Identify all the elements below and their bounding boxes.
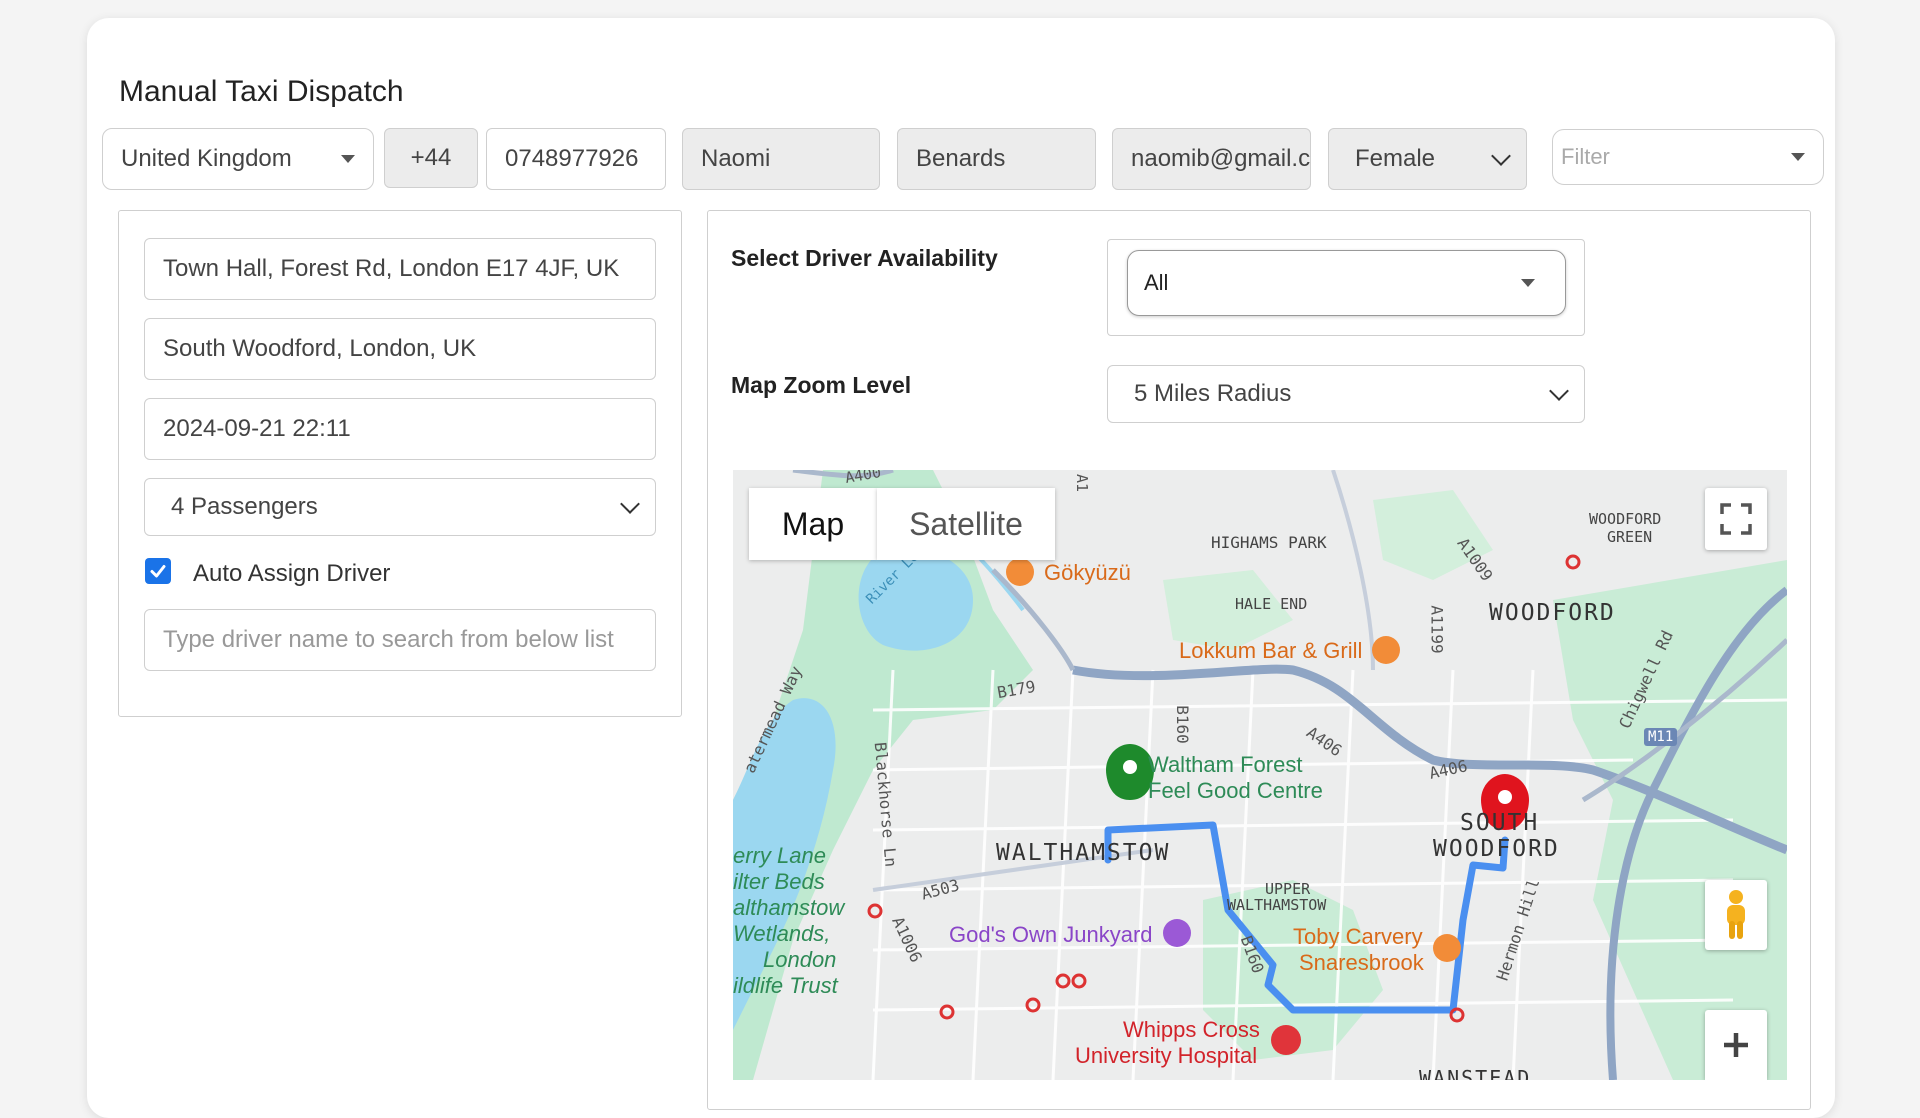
zoom-select[interactable]: 5 Miles Radius [1107, 365, 1585, 423]
poi-gods-own-junkyard[interactable]: God's Own Junkyard [949, 922, 1153, 948]
zoom-label: Map Zoom Level [731, 372, 912, 398]
pickup-value: Town Hall, Forest Rd, London E17 4JF, UK [163, 255, 620, 282]
first-name-field[interactable]: Naomi [682, 128, 880, 190]
road-label-a1199: A1199 [1427, 605, 1447, 654]
last-name-value: Benards [916, 145, 1006, 172]
passengers-value: 4 Passengers [171, 493, 318, 520]
auto-assign-checkbox[interactable] [145, 558, 171, 584]
map-view[interactable]: HIGHAMS PARK WOODFORD GREEN HALE END WOO… [733, 470, 1787, 1080]
street-view-pegman[interactable] [1705, 880, 1767, 950]
area-label-highams-park: HIGHAMS PARK [1211, 533, 1327, 552]
filter-select[interactable]: Filter [1552, 129, 1824, 185]
restaurant-pin-icon [1372, 636, 1400, 664]
datetime-input[interactable]: 2024-09-21 22:11 [144, 398, 656, 460]
dropoff-input[interactable]: South Woodford, London, UK [144, 318, 656, 380]
area-label-south-woodford-2: WOODFORD [1433, 836, 1560, 862]
pegman-icon [1727, 890, 1745, 939]
pickup-marker-icon [1106, 744, 1154, 800]
availability-label: Select Driver Availability [731, 245, 998, 271]
tab-map[interactable]: Map [749, 488, 877, 560]
zoom-value: 5 Miles Radius [1134, 380, 1292, 407]
poi-ferry-lane-4[interactable]: Wetlands, [733, 921, 830, 947]
country-value: United Kingdom [121, 145, 292, 172]
auto-assign-label: Auto Assign Driver [193, 560, 391, 587]
first-name-value: Naomi [701, 145, 771, 172]
chevron-down-icon [1491, 146, 1511, 166]
phone-input[interactable]: 0748977926 [486, 128, 666, 190]
poi-waltham-forest[interactable]: Waltham Forest [1148, 752, 1302, 778]
availability-value: All [1144, 270, 1169, 295]
plus-icon [1724, 1033, 1748, 1057]
area-label-woodford-green-2: GREEN [1607, 528, 1653, 546]
email-field[interactable]: naomib@gmail.c [1112, 128, 1311, 190]
road-label-m11: M11 [1644, 728, 1678, 746]
road-label-a1: A1 [1073, 473, 1092, 493]
restaurant-pin-icon [1006, 558, 1034, 586]
poi-lokkum[interactable]: Lokkum Bar & Grill [1179, 638, 1362, 664]
poi-toby-carvery-2[interactable]: Snaresbrook [1299, 950, 1424, 976]
area-label-upper-walthamstow-2: WALTHAMSTOW [1227, 896, 1327, 914]
poi-whipps-cross-2[interactable]: University Hospital [1075, 1043, 1257, 1069]
passengers-select[interactable]: 4 Passengers [144, 478, 656, 536]
area-label-woodford: WOODFORD [1489, 600, 1616, 626]
check-icon [150, 565, 166, 578]
last-name-field[interactable]: Benards [897, 128, 1096, 190]
area-label-hale-end: HALE END [1235, 595, 1308, 613]
fullscreen-icon [1720, 503, 1752, 535]
attraction-pin-icon [1163, 919, 1191, 947]
area-label-woodford-green: WOODFORD [1589, 510, 1662, 528]
email-value: naomib@gmail.c [1131, 145, 1311, 172]
poi-gokyuzu[interactable]: Gökyüzü [1044, 560, 1131, 586]
area-label-wanstead: WANSTEAD [1419, 1066, 1532, 1080]
road-label-b160: B160 [1172, 705, 1192, 744]
tab-map-label: Map [781, 505, 845, 542]
zoom-in-button[interactable] [1705, 1010, 1767, 1080]
datetime-value: 2024-09-21 22:11 [163, 415, 351, 442]
chevron-down-icon [1549, 381, 1569, 401]
poi-ferry-lane[interactable]: erry Lane [733, 843, 826, 869]
area-label-walthamstow: WALTHAMSTOW [996, 840, 1171, 866]
tab-satellite[interactable]: Satellite [877, 488, 1055, 560]
poi-ferry-lane-3[interactable]: althamstow [733, 895, 844, 921]
page-title: Manual Taxi Dispatch [119, 75, 404, 108]
poi-ferry-lane-6[interactable]: ildlife Trust [733, 973, 838, 999]
gender-value: Female [1355, 145, 1436, 172]
driver-search-input[interactable]: Type driver name to search from below li… [144, 609, 656, 671]
driver-search-placeholder: Type driver name to search from below li… [163, 626, 614, 653]
phone-value: 0748977926 [505, 145, 639, 172]
country-select[interactable]: United Kingdom [102, 128, 374, 190]
caret-down-icon [1521, 279, 1535, 287]
poi-ferry-lane-5[interactable]: London [763, 947, 836, 973]
chevron-down-icon [620, 494, 640, 514]
caret-down-icon [341, 155, 355, 163]
hospital-pin-icon [1271, 1025, 1301, 1055]
filter-placeholder: Filter [1561, 144, 1610, 169]
restaurant-pin-icon [1433, 934, 1461, 962]
availability-select[interactable]: All [1127, 250, 1566, 316]
poi-toby-carvery[interactable]: Toby Carvery [1293, 924, 1423, 950]
fullscreen-button[interactable] [1705, 488, 1767, 550]
pickup-input[interactable]: Town Hall, Forest Rd, London E17 4JF, UK [144, 238, 656, 300]
area-label-south-woodford: SOUTH [1460, 810, 1540, 836]
tab-satellite-label: Satellite [909, 505, 1023, 542]
poi-whipps-cross[interactable]: Whipps Cross [1123, 1017, 1260, 1043]
poi-waltham-forest-2[interactable]: Feel Good Centre [1148, 778, 1323, 804]
dropoff-value: South Woodford, London, UK [163, 335, 477, 362]
poi-ferry-lane-2[interactable]: ilter Beds [733, 869, 825, 895]
dial-code: +44 [384, 128, 478, 188]
dial-code-value: +44 [410, 144, 452, 171]
gender-select[interactable]: Female [1328, 128, 1527, 190]
caret-down-icon [1791, 153, 1805, 161]
